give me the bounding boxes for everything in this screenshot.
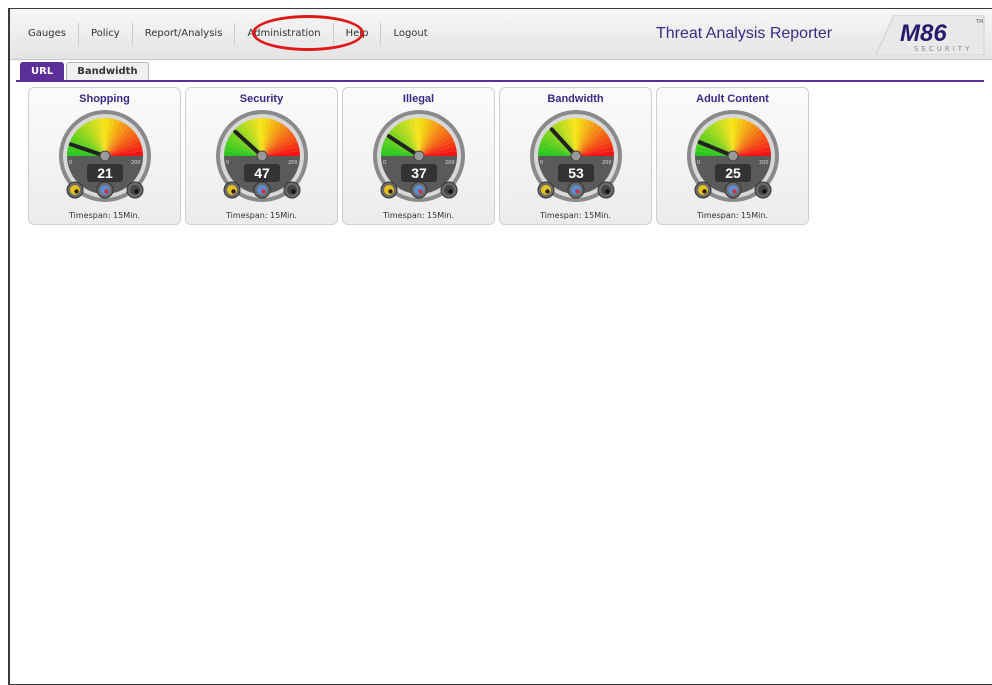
button-icon-detail (448, 189, 453, 194)
gauges-panel: Shopping 0 200 21 Timespan: 15Min. Security 0 2… (28, 87, 813, 225)
gauge-settings-button[interactable] (126, 181, 144, 199)
gauge-settings-button[interactable] (754, 181, 772, 199)
gauge-value: 53 (568, 165, 584, 181)
button-icon-detail (575, 189, 580, 194)
gauge-value: 37 (411, 165, 427, 181)
gauge-timespan: Timespan: 15Min. (69, 211, 140, 220)
button-icon-detail (291, 189, 296, 194)
gauge-card[interactable]: Shopping 0 200 21 Timespan: 15Min. (28, 87, 181, 225)
gauge-card[interactable]: Adult Content 0 200 25 Timespan: 15Min. (656, 87, 809, 225)
edit-gauge-button[interactable] (694, 181, 712, 199)
logo-subtext: SECURITY (914, 45, 972, 53)
gauge-min-label: 0 (540, 160, 543, 166)
gauge-max-label: 200 (445, 160, 455, 166)
menu-help[interactable]: Help (334, 23, 382, 45)
gauge-settings-button[interactable] (597, 181, 615, 199)
gauge-tabs: URL Bandwidth (20, 62, 151, 81)
gauge-hub (99, 150, 111, 162)
gauge-settings-button[interactable] (440, 181, 458, 199)
gauge-title: Illegal (402, 93, 435, 105)
gauge-dial: 0 200 53 (530, 110, 622, 202)
gauge-max-label: 200 (288, 160, 298, 166)
m86-security-logo: M86 SECURITY TM (876, 15, 985, 55)
gauge-title: Security (239, 93, 284, 105)
gauge-chart-button[interactable] (410, 181, 428, 199)
edit-gauge-button[interactable] (66, 181, 84, 199)
gauge-value: 25 (725, 165, 741, 181)
button-icon-detail (545, 189, 550, 194)
button-icon-detail (732, 189, 737, 194)
gauge-card[interactable]: Illegal 0 200 37 Timespan: 15Min. (342, 87, 495, 225)
gauge-min-label: 0 (383, 160, 386, 166)
gauge-value: 21 (97, 165, 113, 181)
gauge-dial: 0 200 25 (687, 110, 779, 202)
gauge-dial: 0 200 37 (373, 110, 465, 202)
edit-gauge-button[interactable] (380, 181, 398, 199)
gauge-chart-button[interactable] (567, 181, 585, 199)
button-icon-detail (418, 189, 423, 194)
menu-report-analysis[interactable]: Report/Analysis (133, 23, 236, 45)
menu-policy[interactable]: Policy (79, 23, 133, 45)
button-icon-detail (134, 189, 139, 194)
button-icon-detail (104, 189, 109, 194)
gauge-hub (256, 150, 268, 162)
gauge-card[interactable]: Bandwidth 0 200 53 Timespan: 15Min. (499, 87, 652, 225)
top-navigation-bar: Gauges Policy Report/Analysis Administra… (10, 9, 992, 60)
gauge-timespan: Timespan: 15Min. (226, 211, 297, 220)
button-icon-detail (74, 189, 79, 194)
gauge-title: Shopping (79, 93, 130, 105)
menu-logout[interactable]: Logout (381, 23, 439, 45)
gauge-timespan: Timespan: 15Min. (697, 211, 768, 220)
app-window: Gauges Policy Report/Analysis Administra… (8, 8, 992, 685)
button-icon-detail (388, 189, 393, 194)
logo-text: M86 (900, 20, 947, 47)
button-icon-detail (702, 189, 707, 194)
menu-gauges[interactable]: Gauges (16, 23, 79, 45)
tab-underline (16, 80, 984, 82)
gauge-hub (727, 150, 739, 162)
gauge-hub (413, 150, 425, 162)
tab-url[interactable]: URL (20, 62, 65, 81)
gauge-title: Bandwidth (547, 93, 604, 105)
gauge-timespan: Timespan: 15Min. (540, 211, 611, 220)
gauge-min-label: 0 (697, 160, 700, 166)
gauge-hub (570, 150, 582, 162)
main-menu: Gauges Policy Report/Analysis Administra… (16, 23, 440, 45)
gauge-timespan: Timespan: 15Min. (383, 211, 454, 220)
logo-tm: TM (975, 19, 983, 25)
edit-gauge-button[interactable] (537, 181, 555, 199)
gauge-chart-button[interactable] (253, 181, 271, 199)
gauge-settings-button[interactable] (283, 181, 301, 199)
gauge-max-label: 200 (602, 160, 612, 166)
edit-gauge-button[interactable] (223, 181, 241, 199)
gauge-value: 47 (254, 165, 270, 181)
gauge-card[interactable]: Security 0 200 47 Timespan: 15Min. (185, 87, 338, 225)
menu-administration[interactable]: Administration (235, 23, 334, 45)
button-icon-detail (231, 189, 236, 194)
tab-bandwidth[interactable]: Bandwidth (66, 62, 149, 81)
app-title: Threat Analysis Reporter (656, 25, 833, 42)
gauge-min-label: 0 (226, 160, 229, 166)
button-icon-detail (762, 189, 767, 194)
gauge-max-label: 200 (131, 160, 141, 166)
button-icon-detail (261, 189, 266, 194)
gauge-title: Adult Content (696, 93, 769, 105)
gauge-chart-button[interactable] (724, 181, 742, 199)
button-icon-detail (605, 189, 610, 194)
gauge-chart-button[interactable] (96, 181, 114, 199)
gauge-dial: 0 200 47 (216, 110, 308, 202)
gauge-min-label: 0 (69, 160, 72, 166)
gauge-max-label: 200 (759, 160, 769, 166)
gauge-dial: 0 200 21 (59, 110, 151, 202)
